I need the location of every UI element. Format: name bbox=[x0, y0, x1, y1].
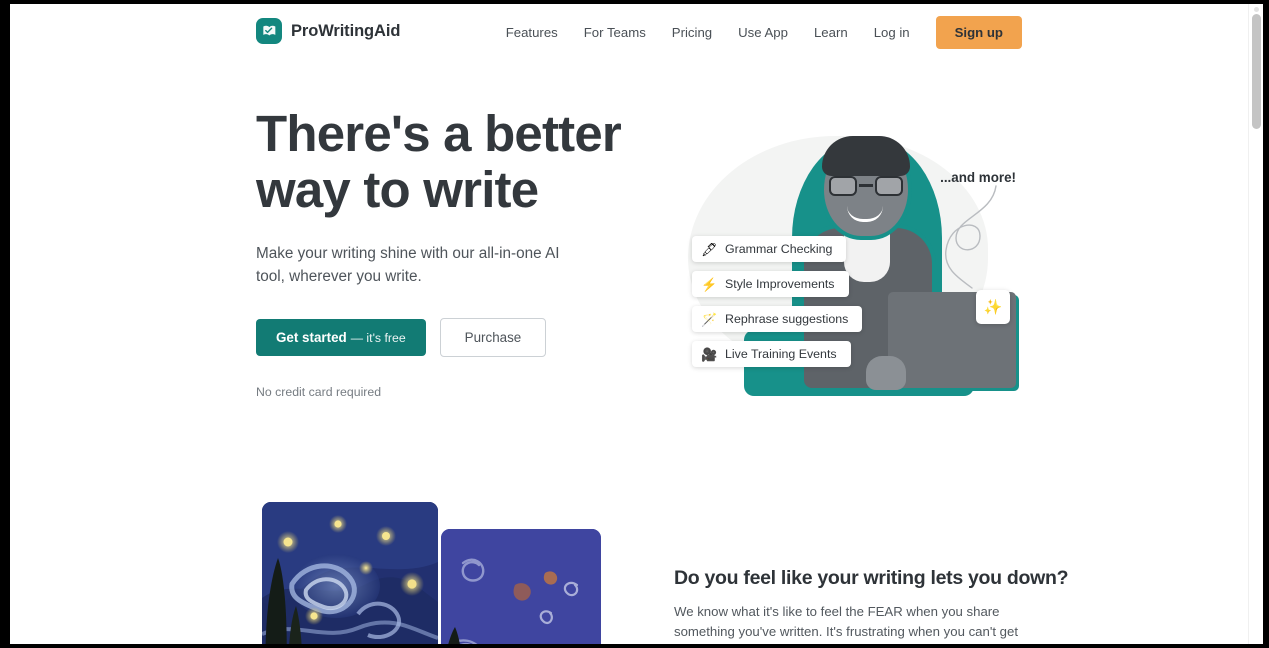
nav-item-learn[interactable]: Learn bbox=[801, 17, 861, 48]
video-camera-icon: 🎥 bbox=[701, 346, 718, 362]
sparkles-icon: ✨ bbox=[976, 290, 1010, 324]
hero-cta-group: Get started — it's free Purchase bbox=[256, 318, 656, 357]
feature-label: Live Training Events bbox=[725, 347, 837, 361]
sign-up-button[interactable]: Sign up bbox=[935, 16, 1022, 49]
book-check-icon bbox=[256, 18, 282, 44]
section-title: Do you feel like your writing lets you d… bbox=[674, 567, 1069, 589]
hero-subtitle: Make your writing shine with our all-in-… bbox=[256, 245, 560, 285]
nav-item-pricing[interactable]: Pricing bbox=[659, 17, 725, 48]
hero-copy: There's a better way to write Make your … bbox=[256, 106, 656, 399]
feature-card-live-training-events[interactable]: 🎥 Live Training Events bbox=[692, 341, 851, 367]
feature-label: Style Improvements bbox=[725, 277, 835, 291]
get-started-free-suffix: — it's free bbox=[350, 331, 406, 345]
nav-item-features[interactable]: Features bbox=[493, 17, 571, 48]
hero-section: There's a better way to write Make your … bbox=[10, 60, 1248, 480]
vertical-scrollbar[interactable] bbox=[1248, 4, 1263, 644]
feature-card-list: 🖋 Grammar Checking ⚡ Style Improvements … bbox=[692, 236, 863, 367]
hero-title: There's a better way to write bbox=[256, 105, 622, 218]
glasses-icon bbox=[828, 176, 904, 196]
section-body: We know what it's like to feel the FEAR … bbox=[674, 604, 1019, 644]
feature-card-rephrase-suggestions[interactable]: 🪄 Rephrase suggestions bbox=[692, 306, 863, 332]
get-started-label: Get started bbox=[276, 330, 347, 345]
fountain-pen-icon: 🖋 bbox=[701, 241, 718, 257]
feature-card-style-improvements[interactable]: ⚡ Style Improvements bbox=[692, 271, 849, 297]
scrollbar-thumb[interactable] bbox=[1252, 14, 1261, 129]
and-more-label: ...and more! bbox=[940, 170, 1016, 185]
nav-item-use-app[interactable]: Use App bbox=[725, 17, 801, 48]
artwork-comparison: My idea in my head bbox=[256, 502, 606, 644]
hero-illustration: ...and more! ✨ 🖋 Grammar Checking ⚡ Styl… bbox=[670, 110, 1020, 410]
feature-card-grammar-checking[interactable]: 🖋 Grammar Checking bbox=[692, 236, 847, 262]
nav-item-for-teams[interactable]: For Teams bbox=[571, 17, 659, 48]
magic-wand-icon: 🪄 bbox=[701, 311, 718, 327]
section-copy: Do you feel like your writing lets you d… bbox=[674, 567, 1069, 644]
scrollbar-top-marker bbox=[1254, 7, 1259, 12]
squiggle-line-icon bbox=[945, 185, 997, 289]
site-header: ProWritingAid Features For Teams Pricing… bbox=[10, 4, 1248, 60]
simplified-drawing bbox=[441, 529, 601, 644]
browser-window: ProWritingAid Features For Teams Pricing… bbox=[0, 0, 1269, 648]
no-credit-card-note: No credit card required bbox=[256, 385, 382, 399]
brand-logo-link[interactable]: ProWritingAid bbox=[256, 18, 400, 44]
feature-label: Rephrase suggestions bbox=[725, 312, 849, 326]
person-hand bbox=[866, 356, 906, 390]
starry-night-painting bbox=[262, 502, 438, 644]
person-hair bbox=[822, 136, 910, 176]
purchase-button[interactable]: Purchase bbox=[439, 318, 547, 357]
feature-label: Grammar Checking bbox=[725, 242, 833, 256]
nav-item-log-in[interactable]: Log in bbox=[861, 17, 923, 48]
get-started-button[interactable]: Get started — it's free bbox=[256, 319, 426, 356]
main-navigation: Features For Teams Pricing Use App Learn… bbox=[493, 16, 1022, 49]
lightning-bolt-icon: ⚡ bbox=[701, 276, 718, 292]
page-viewport: ProWritingAid Features For Teams Pricing… bbox=[10, 4, 1263, 644]
website-page: ProWritingAid Features For Teams Pricing… bbox=[10, 4, 1248, 644]
brand-name: ProWritingAid bbox=[291, 21, 401, 40]
writing-lets-you-down-section: My idea in my head bbox=[10, 482, 1248, 644]
